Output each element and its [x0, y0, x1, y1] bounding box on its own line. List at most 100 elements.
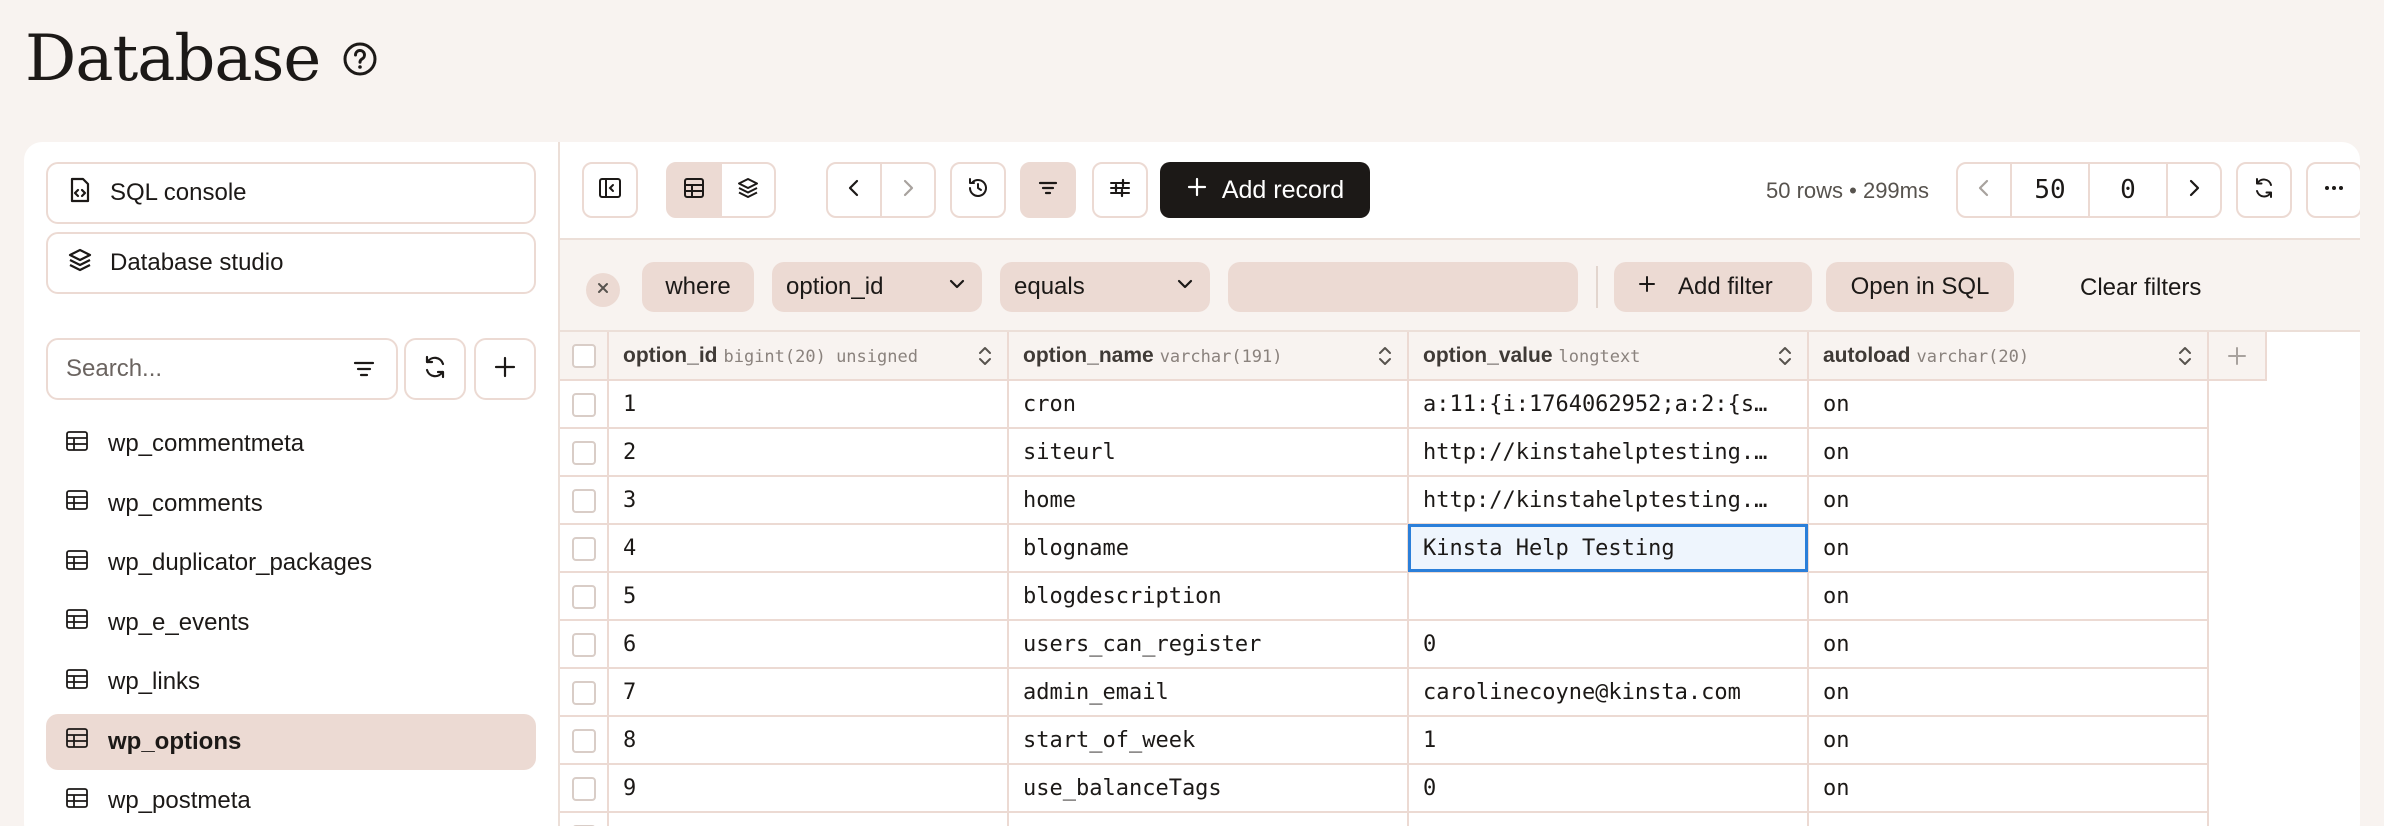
sort-icon[interactable]	[1775, 345, 1795, 367]
sidebar-table-item[interactable]: wp_options	[46, 713, 536, 770]
row-checkbox[interactable]	[560, 476, 609, 525]
offset-input[interactable]: 0	[2088, 162, 2168, 218]
cell-option_value[interactable]	[1408, 812, 1809, 826]
column-header-1[interactable]: option_name varchar(191)	[1008, 332, 1409, 381]
table-row[interactable]: 5 blogdescription on	[560, 572, 2266, 621]
help-icon[interactable]	[342, 41, 378, 77]
cell-autoload[interactable]: on	[1808, 572, 2209, 621]
row-checkbox[interactable]	[560, 572, 609, 621]
table-row[interactable]: 6 users_can_register 0 on	[560, 620, 2266, 669]
cell-option_name[interactable]: start_of_week	[1008, 716, 1409, 765]
history-button[interactable]	[950, 162, 1006, 218]
cell-autoload[interactable]: on	[1808, 716, 2209, 765]
sidebar-table-item[interactable]: wp_commentmeta	[46, 416, 536, 472]
select-all-checkbox[interactable]	[560, 332, 609, 381]
column-header-0[interactable]: option_id bigint(20) unsigned	[608, 332, 1009, 381]
sidebar-table-item[interactable]: wp_comments	[46, 476, 536, 532]
cell-option_name[interactable]: admin_email	[1008, 668, 1409, 717]
forward-button[interactable]	[880, 162, 936, 218]
row-checkbox[interactable]	[560, 620, 609, 669]
table-row[interactable]: 3 home http://kinstahelptesting.… on	[560, 476, 2266, 525]
sidebar-table-item[interactable]: wp_duplicator_packages	[46, 535, 536, 591]
refresh-button[interactable]	[2236, 162, 2292, 218]
filter-value-input[interactable]	[1228, 262, 1578, 312]
column-header-2[interactable]: option_value longtext	[1408, 332, 1809, 381]
cell-option_value[interactable]: 0	[1408, 620, 1809, 669]
cell-option_value[interactable]: a:11:{i:1764062952;a:2:{s…	[1408, 380, 1809, 429]
filter-operator-select[interactable]: equals	[1000, 262, 1210, 312]
limit-input[interactable]: 50	[2010, 162, 2090, 218]
sidebar-table-item[interactable]: wp_links	[46, 654, 536, 710]
cell-option_value[interactable]: http://kinstahelptesting.…	[1408, 476, 1809, 525]
filter-icon[interactable]	[350, 355, 378, 383]
cell-option_value[interactable]: carolinecoyne@kinsta.com	[1408, 668, 1809, 717]
cell-autoload[interactable]	[1808, 812, 2209, 826]
cell-option_id[interactable]: 6	[608, 620, 1009, 669]
cell-option_id[interactable]: 3	[608, 476, 1009, 525]
cell-autoload[interactable]: on	[1808, 764, 2209, 813]
cell-option_id[interactable]: 2	[608, 428, 1009, 477]
open-in-sql-button[interactable]: Open in SQL	[1826, 262, 2014, 312]
cell-option_name[interactable]: cron	[1008, 380, 1409, 429]
cell-option_name[interactable]: users_can_register	[1008, 620, 1409, 669]
cell-option_name[interactable]: blogname	[1008, 524, 1409, 573]
sidebar-table-item[interactable]: wp_postmeta	[46, 773, 536, 826]
cell-option_value[interactable]: Kinsta Help Testing	[1408, 524, 1809, 573]
table-row[interactable]: 9 use_balanceTags 0 on	[560, 764, 2266, 813]
refresh-tables-button[interactable]	[404, 338, 466, 400]
next-page-button[interactable]	[2166, 162, 2222, 218]
sort-icon[interactable]	[2175, 345, 2195, 367]
cell-option_name[interactable]: siteurl	[1008, 428, 1409, 477]
add-column-button[interactable]	[2208, 332, 2267, 381]
add-record-button[interactable]: Add record	[1160, 162, 1370, 218]
sql-console-button[interactable]: SQL console	[46, 162, 536, 224]
previous-page-button[interactable]	[1956, 162, 2012, 218]
column-settings-button[interactable]	[1092, 162, 1148, 218]
column-header-3[interactable]: autoload varchar(20)	[1808, 332, 2209, 381]
table-view-button[interactable]	[666, 162, 722, 218]
back-button[interactable]	[826, 162, 882, 218]
row-checkbox[interactable]	[560, 380, 609, 429]
cell-option_id[interactable]: 9	[608, 764, 1009, 813]
add-table-button[interactable]	[474, 338, 536, 400]
table-row[interactable]: 8 start_of_week 1 on	[560, 716, 2266, 765]
cell-option_id[interactable]: 7	[608, 668, 1009, 717]
cell-autoload[interactable]: on	[1808, 476, 2209, 525]
cell-option_value[interactable]: 0	[1408, 764, 1809, 813]
row-checkbox[interactable]	[560, 524, 609, 573]
toggle-sidebar-button[interactable]	[582, 162, 638, 218]
structure-view-button[interactable]	[720, 162, 776, 218]
row-checkbox[interactable]	[560, 764, 609, 813]
cell-option_id[interactable]: 1	[608, 380, 1009, 429]
cell-option_value[interactable]: 1	[1408, 716, 1809, 765]
sort-icon[interactable]	[1375, 345, 1395, 367]
clear-filters-button[interactable]: Clear filters	[2080, 274, 2201, 302]
cell-option_name[interactable]: blogdescription	[1008, 572, 1409, 621]
table-row[interactable]	[560, 812, 2266, 826]
cell-autoload[interactable]: on	[1808, 428, 2209, 477]
more-options-button[interactable]	[2306, 162, 2360, 218]
cell-option_id[interactable]: 5	[608, 572, 1009, 621]
cell-autoload[interactable]: on	[1808, 380, 2209, 429]
add-filter-button[interactable]: Add filter	[1614, 262, 1812, 312]
search-input[interactable]	[66, 355, 326, 383]
database-studio-button[interactable]: Database studio	[46, 232, 536, 294]
cell-autoload[interactable]: on	[1808, 524, 2209, 573]
filter-column-select[interactable]: option_id	[772, 262, 982, 312]
cell-autoload[interactable]: on	[1808, 668, 2209, 717]
table-row[interactable]: 1 cron a:11:{i:1764062952;a:2:{s… on	[560, 380, 2266, 429]
sidebar-table-item[interactable]: wp_e_events	[46, 595, 536, 651]
cell-option_name[interactable]: use_balanceTags	[1008, 764, 1409, 813]
row-checkbox[interactable]	[560, 668, 609, 717]
cell-autoload[interactable]: on	[1808, 620, 2209, 669]
filter-toggle-button[interactable]	[1020, 162, 1076, 218]
row-checkbox[interactable]	[560, 812, 609, 826]
sort-icon[interactable]	[975, 345, 995, 367]
cell-option_name[interactable]: home	[1008, 476, 1409, 525]
remove-filter-button[interactable]	[586, 273, 620, 307]
row-checkbox[interactable]	[560, 716, 609, 765]
cell-option_id[interactable]	[608, 812, 1009, 826]
cell-option_id[interactable]: 4	[608, 524, 1009, 573]
cell-option_name[interactable]	[1008, 812, 1409, 826]
table-row[interactable]: 7 admin_email carolinecoyne@kinsta.com on	[560, 668, 2266, 717]
